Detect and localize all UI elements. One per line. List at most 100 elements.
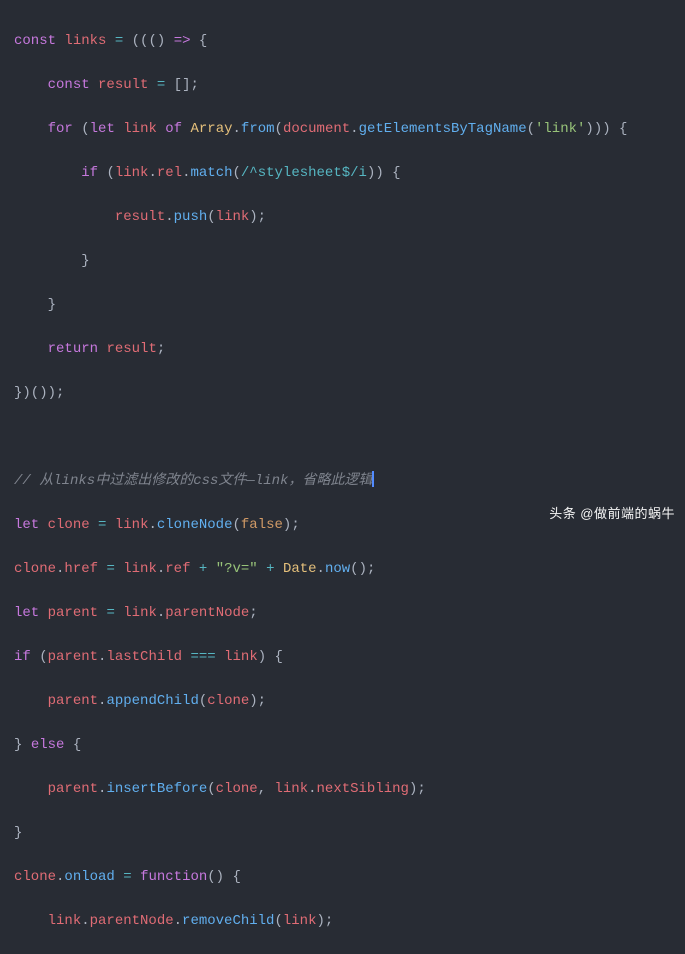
comment: // 从links中过滤出修改的css文件—link，省略此逻辑 xyxy=(14,473,372,489)
identifier: clone xyxy=(14,869,56,885)
punct: ))) { xyxy=(585,121,627,137)
punct: . xyxy=(98,649,106,665)
code-line: const result = []; xyxy=(14,74,685,96)
punct: . xyxy=(317,561,325,577)
code-line: result.push(link); xyxy=(14,206,685,228)
punct: ( xyxy=(106,165,114,181)
punct: ( xyxy=(81,121,89,137)
identifier: parentNode xyxy=(165,605,249,621)
identifier: rel xyxy=(157,165,182,181)
identifier: links xyxy=(64,33,106,49)
class-name: Date xyxy=(283,561,317,577)
function-call: getElementsByTagName xyxy=(359,121,527,137)
code-editor[interactable]: const links = ( ( () => { const result = [… xyxy=(14,8,685,954)
operator: = xyxy=(123,869,131,885)
punct: . xyxy=(98,781,106,797)
punct: ( xyxy=(274,913,282,929)
identifier: link xyxy=(275,781,309,797)
punct: . xyxy=(165,209,173,225)
function-call: from xyxy=(241,121,275,137)
punct: . xyxy=(350,121,358,137)
keyword: return xyxy=(48,341,98,357)
class-name: Array xyxy=(191,121,233,137)
keyword: for xyxy=(48,121,73,137)
code-line: } xyxy=(14,822,685,844)
punct: . xyxy=(98,693,106,709)
punct: )) { xyxy=(367,165,401,181)
identifier: link xyxy=(283,913,317,929)
code-line: link.parentNode.removeChild(link); xyxy=(14,910,685,932)
function-call: match xyxy=(190,165,232,181)
identifier: link xyxy=(123,561,157,577)
punct: . xyxy=(148,165,156,181)
identifier: lastChild xyxy=(106,649,182,665)
identifier: clone xyxy=(216,781,258,797)
punct: (); xyxy=(350,561,375,577)
identifier: clone xyxy=(207,693,249,709)
punct: } xyxy=(14,737,31,753)
punct: ); xyxy=(249,209,266,225)
code-line: let parent = link.parentNode; xyxy=(14,602,685,624)
operator: = xyxy=(157,77,165,93)
code-line: })()); xyxy=(14,382,685,404)
punct: ( xyxy=(207,209,215,225)
keyword: else xyxy=(31,737,65,753)
keyword: if xyxy=(81,165,98,181)
function-call: now xyxy=(325,561,350,577)
punct: () { xyxy=(207,869,241,885)
identifier: link xyxy=(123,605,157,621)
identifier: parent xyxy=(48,781,98,797)
punct: ( xyxy=(207,781,215,797)
identifier: parent xyxy=(48,605,98,621)
identifier: href xyxy=(64,561,98,577)
identifier: ref xyxy=(165,561,190,577)
text-cursor-icon xyxy=(372,471,374,487)
punct: ( xyxy=(39,649,47,665)
identifier: parent xyxy=(48,693,98,709)
punct: . xyxy=(308,781,316,797)
punct: ( xyxy=(199,693,207,709)
string: 'link' xyxy=(535,121,585,137)
punct: } xyxy=(48,297,56,313)
regex: /^stylesheet$/i xyxy=(241,165,367,181)
operator: = xyxy=(115,33,123,49)
operator: = xyxy=(106,605,114,621)
keyword: of xyxy=(165,121,182,137)
punct: . xyxy=(157,605,165,621)
punct: })()); xyxy=(14,385,64,401)
code-line: parent.appendChild(clone); xyxy=(14,690,685,712)
function-call: appendChild xyxy=(106,693,198,709)
code-line: } xyxy=(14,294,685,316)
punct: ) xyxy=(157,33,174,49)
punct: ); xyxy=(249,693,266,709)
operator: + xyxy=(199,561,207,577)
punct: . xyxy=(81,913,89,929)
code-line: } xyxy=(14,250,685,272)
punct: ( xyxy=(275,121,283,137)
keyword: let xyxy=(90,121,115,137)
identifier: result xyxy=(106,341,156,357)
identifier: result xyxy=(98,77,148,93)
punct: ; xyxy=(157,341,165,357)
code-line: } else { xyxy=(14,734,685,756)
identifier: link xyxy=(224,649,258,665)
punct: } xyxy=(81,253,89,269)
code-line: return result; xyxy=(14,338,685,360)
watermark: 头条 @做前端的蜗牛 xyxy=(549,503,675,525)
code-line: if (link.rel.match(/^stylesheet$/i)) { xyxy=(14,162,685,184)
keyword: if xyxy=(14,649,31,665)
identifier: parentNode xyxy=(90,913,174,929)
identifier: onload xyxy=(64,869,114,885)
keyword: const xyxy=(48,77,90,93)
identifier: link xyxy=(216,209,250,225)
code-line: for (let link of Array.from(document.get… xyxy=(14,118,685,140)
identifier: clone xyxy=(14,561,56,577)
punct: []; xyxy=(174,77,199,93)
punct: ) { xyxy=(258,649,283,665)
punct: . xyxy=(56,869,64,885)
operator: => xyxy=(174,33,191,49)
punct: { xyxy=(64,737,81,753)
keyword: function xyxy=(140,869,207,885)
punct: ; xyxy=(249,605,257,621)
identifier: link xyxy=(115,165,149,181)
